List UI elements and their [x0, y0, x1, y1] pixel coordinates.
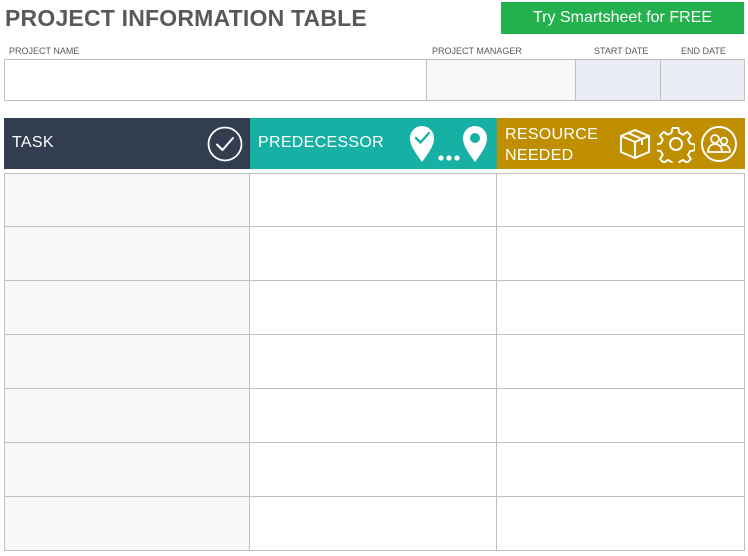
- start-date-field[interactable]: [576, 59, 661, 101]
- predecessor-cell[interactable]: [250, 281, 497, 335]
- task-table-body: [4, 173, 745, 551]
- resource-cell[interactable]: [497, 227, 745, 281]
- project-name-label: PROJECT NAME: [9, 46, 80, 56]
- predecessor-header-label: PREDECESSOR: [258, 134, 384, 151]
- resource-cell[interactable]: [497, 497, 745, 551]
- table-row: [4, 173, 745, 227]
- predecessor-cell[interactable]: [250, 173, 497, 227]
- table-row: [4, 389, 745, 443]
- table-row: [4, 443, 745, 497]
- table-row: [4, 227, 745, 281]
- try-smartsheet-button[interactable]: Try Smartsheet for FREE: [501, 2, 744, 34]
- map-pins-route-icon: [410, 126, 487, 162]
- task-cell[interactable]: [4, 443, 250, 497]
- page-title: PROJECT INFORMATION TABLE: [5, 5, 367, 31]
- resource-cell[interactable]: [497, 443, 745, 497]
- check-circle-icon: [207, 126, 243, 162]
- people-icon: [701, 126, 737, 162]
- resource-cell[interactable]: [497, 281, 745, 335]
- resource-cell[interactable]: [497, 335, 745, 389]
- predecessor-cell[interactable]: [250, 497, 497, 551]
- project-manager-label: PROJECT MANAGER: [432, 46, 522, 56]
- predecessor-cell[interactable]: [250, 389, 497, 443]
- table-row: [4, 281, 745, 335]
- table-header: TASK PREDECESSOR RESOURCE NEEDED: [4, 118, 745, 169]
- project-name-field[interactable]: [4, 59, 427, 101]
- table-row: [4, 335, 745, 389]
- task-cell[interactable]: [4, 281, 250, 335]
- resource-header-label-line1: RESOURCE: [505, 126, 599, 143]
- table-row: [4, 497, 745, 551]
- end-date-field[interactable]: [661, 59, 745, 101]
- project-info-row: [4, 59, 745, 101]
- resource-cell[interactable]: [497, 389, 745, 443]
- task-cell[interactable]: [4, 173, 250, 227]
- box-icon: [620, 129, 650, 159]
- predecessor-cell[interactable]: [250, 443, 497, 497]
- task-header-label: TASK: [12, 134, 54, 151]
- resource-column-header: RESOURCE NEEDED: [497, 118, 745, 169]
- start-date-label: START DATE: [594, 46, 649, 56]
- task-cell[interactable]: [4, 389, 250, 443]
- gear-icon: [657, 126, 695, 163]
- task-cell[interactable]: [4, 335, 250, 389]
- predecessor-cell[interactable]: [250, 335, 497, 389]
- task-cell[interactable]: [4, 227, 250, 281]
- predecessor-column-header: PREDECESSOR: [250, 118, 497, 169]
- resource-header-label-line2: NEEDED: [505, 147, 574, 164]
- task-column-header: TASK: [4, 118, 250, 169]
- predecessor-cell[interactable]: [250, 227, 497, 281]
- end-date-label: END DATE: [681, 46, 726, 56]
- task-cell[interactable]: [4, 497, 250, 551]
- project-manager-field[interactable]: [427, 59, 576, 101]
- resource-cell[interactable]: [497, 173, 745, 227]
